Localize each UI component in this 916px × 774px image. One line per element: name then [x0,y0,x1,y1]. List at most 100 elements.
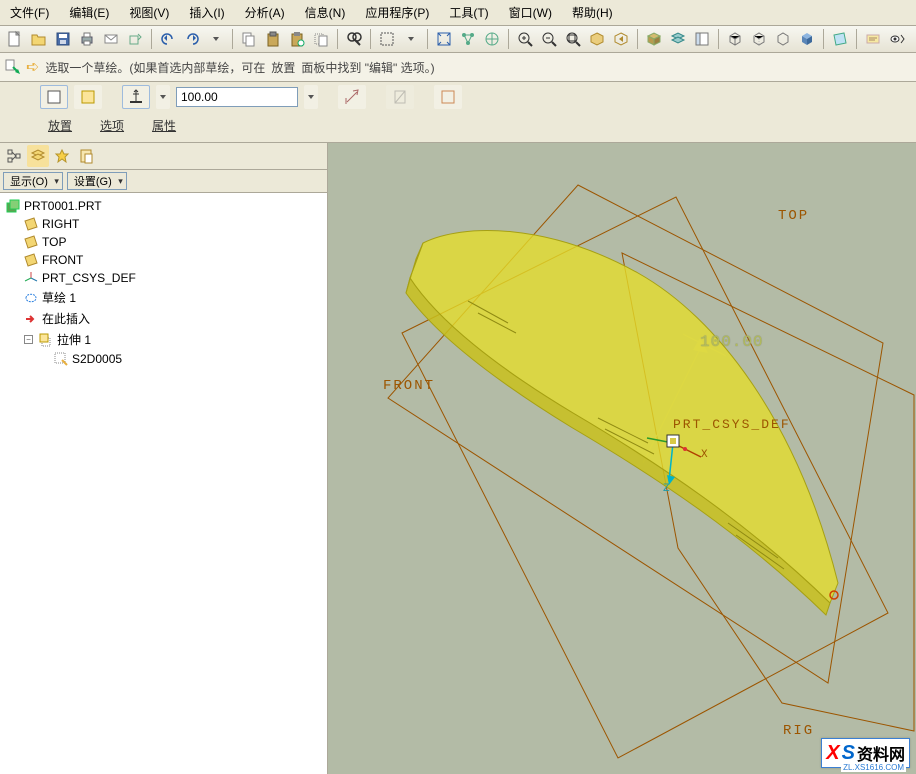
tree-root[interactable]: PRT0001.PRT [2,197,325,215]
menu-view[interactable]: 视图(V) [123,2,175,23]
depth-type-icon[interactable] [122,85,150,109]
spin-icon[interactable] [481,28,503,50]
toolbar-separator [718,29,719,49]
copy-ref-icon[interactable] [310,28,332,50]
toolbar-separator [151,29,152,49]
redo-flyout-icon[interactable] [205,28,227,50]
model-tree[interactable]: PRT0001.PRT RIGHT TOP FRONT PRT_CSYS_DEF… [0,193,327,774]
tree-item-front[interactable]: FRONT [2,251,325,269]
redo-icon[interactable] [181,28,203,50]
watermark-text: 资料网 [857,741,905,765]
settings-dropdown[interactable]: 设置(G) [67,172,127,190]
tab-options[interactable]: 选项 [92,113,132,142]
mail-icon[interactable] [100,28,122,50]
tree-view-icon[interactable] [3,145,25,167]
tree-item-csys[interactable]: PRT_CSYS_DEF [2,269,325,287]
find-icon[interactable] [343,28,365,50]
zoom-in-icon[interactable] [514,28,536,50]
tree-item-insert[interactable]: 在此插入 [2,308,325,329]
copy-icon[interactable] [238,28,260,50]
internal-sketch-icon [54,352,68,366]
tree-label: 拉伸 1 [57,331,91,348]
hint-arrow-icon: ➪ [26,57,39,77]
save-icon[interactable] [52,28,74,50]
show-dropdown[interactable]: 显示(O) [3,172,63,190]
open-icon[interactable] [28,28,50,50]
datum-plane-icon [24,235,38,249]
depth-type-flyout-icon[interactable] [156,85,170,109]
tree-item-s2d0005[interactable]: S2D0005 [2,350,325,368]
favorite-icon[interactable] [51,145,73,167]
view-manager-icon[interactable] [691,28,713,50]
menu-analysis[interactable]: 分析(A) [239,2,291,23]
watermark-logo-x: X [826,745,839,761]
print-icon[interactable] [76,28,98,50]
wireframe-icon[interactable] [724,28,746,50]
no-hidden-icon[interactable] [772,28,794,50]
dimension-label[interactable]: 100.00 [700,333,764,351]
menu-application[interactable]: 应用程序(P) [359,2,435,23]
tree-label: FRONT [42,253,83,267]
menu-help[interactable]: 帮助(H) [566,2,619,23]
graph-icon[interactable] [457,28,479,50]
flip-direction-icon[interactable] [338,85,366,109]
collapse-icon[interactable]: − [24,335,33,344]
tree-item-extrude1[interactable]: − 拉伸 1 [2,329,325,350]
hint-text-c: 面板中找到 "编辑" 选项。) [301,59,434,76]
hidden-line-icon[interactable] [748,28,770,50]
menu-file[interactable]: 文件(F) [4,2,55,23]
sidebar-toolbar [0,143,327,170]
zoom-out-icon[interactable] [538,28,560,50]
menu-edit[interactable]: 编辑(E) [63,2,115,23]
tree-label: 在此插入 [42,310,90,327]
tree-label: TOP [42,235,66,249]
tab-placement[interactable]: 放置 [40,113,80,142]
axis-z-label: Z [663,483,672,495]
depth-input-flyout-icon[interactable] [304,85,318,109]
graphics-viewport[interactable]: TOP FRONT RIG 100.00 PRT_CSYS_DEF X Z XS… [328,143,916,774]
watermark-url: ZL.XS1616.COM [841,763,906,772]
select-box-icon[interactable] [376,28,398,50]
menu-info[interactable]: 信息(N) [299,2,352,23]
toolbar-separator [337,29,338,49]
tree-item-right[interactable]: RIGHT [2,215,325,233]
tree-item-sketch1[interactable]: 草绘 1 [2,287,325,308]
refit-icon[interactable] [433,28,455,50]
undo-icon[interactable] [157,28,179,50]
remove-material-icon[interactable] [386,85,414,109]
thicken-sketch-icon[interactable] [434,85,462,109]
sketch-icon [24,291,38,305]
shaded-icon[interactable] [796,28,818,50]
menu-tools[interactable]: 工具(T) [443,2,494,23]
regenerate-icon[interactable] [124,28,146,50]
menu-bar: 文件(F) 编辑(E) 视图(V) 插入(I) 分析(A) 信息(N) 应用程序… [0,0,916,26]
tree-label: S2D0005 [72,352,122,366]
toolbar-separator [232,29,233,49]
watermark-logo-s: S [842,745,855,761]
prev-view-icon[interactable] [610,28,632,50]
tree-item-top[interactable]: TOP [2,233,325,251]
annotation-disp-icon[interactable] [862,28,884,50]
annotation-toggle-icon[interactable] [886,28,908,50]
extrude-surface-icon[interactable] [74,85,102,109]
layer-tree-icon[interactable] [27,145,49,167]
insert-here-icon [24,312,38,326]
select-flyout-icon[interactable] [400,28,422,50]
layers-icon[interactable] [667,28,689,50]
hint-bar: ➪ 选取一个草绘。(如果首选内部草绘，可在 放置 面板中找到 "编辑" 选项。) [0,53,916,82]
hint-text-b: 放置 [271,59,295,76]
menu-insert[interactable]: 插入(I) [183,2,230,23]
menu-window[interactable]: 窗口(W) [503,2,558,23]
tab-properties[interactable]: 属性 [144,113,184,142]
datum-plane-toggle-icon[interactable] [829,28,851,50]
saved-view-icon[interactable] [643,28,665,50]
zoom-fit-icon[interactable] [562,28,584,50]
expand-tree-icon[interactable] [75,145,97,167]
tree-label: PRT_CSYS_DEF [42,271,136,285]
orient-icon[interactable] [586,28,608,50]
paste-icon[interactable] [262,28,284,50]
new-icon[interactable] [4,28,26,50]
paste-special-icon[interactable] [286,28,308,50]
extrude-solid-icon[interactable] [40,85,68,109]
depth-input[interactable] [176,87,298,107]
